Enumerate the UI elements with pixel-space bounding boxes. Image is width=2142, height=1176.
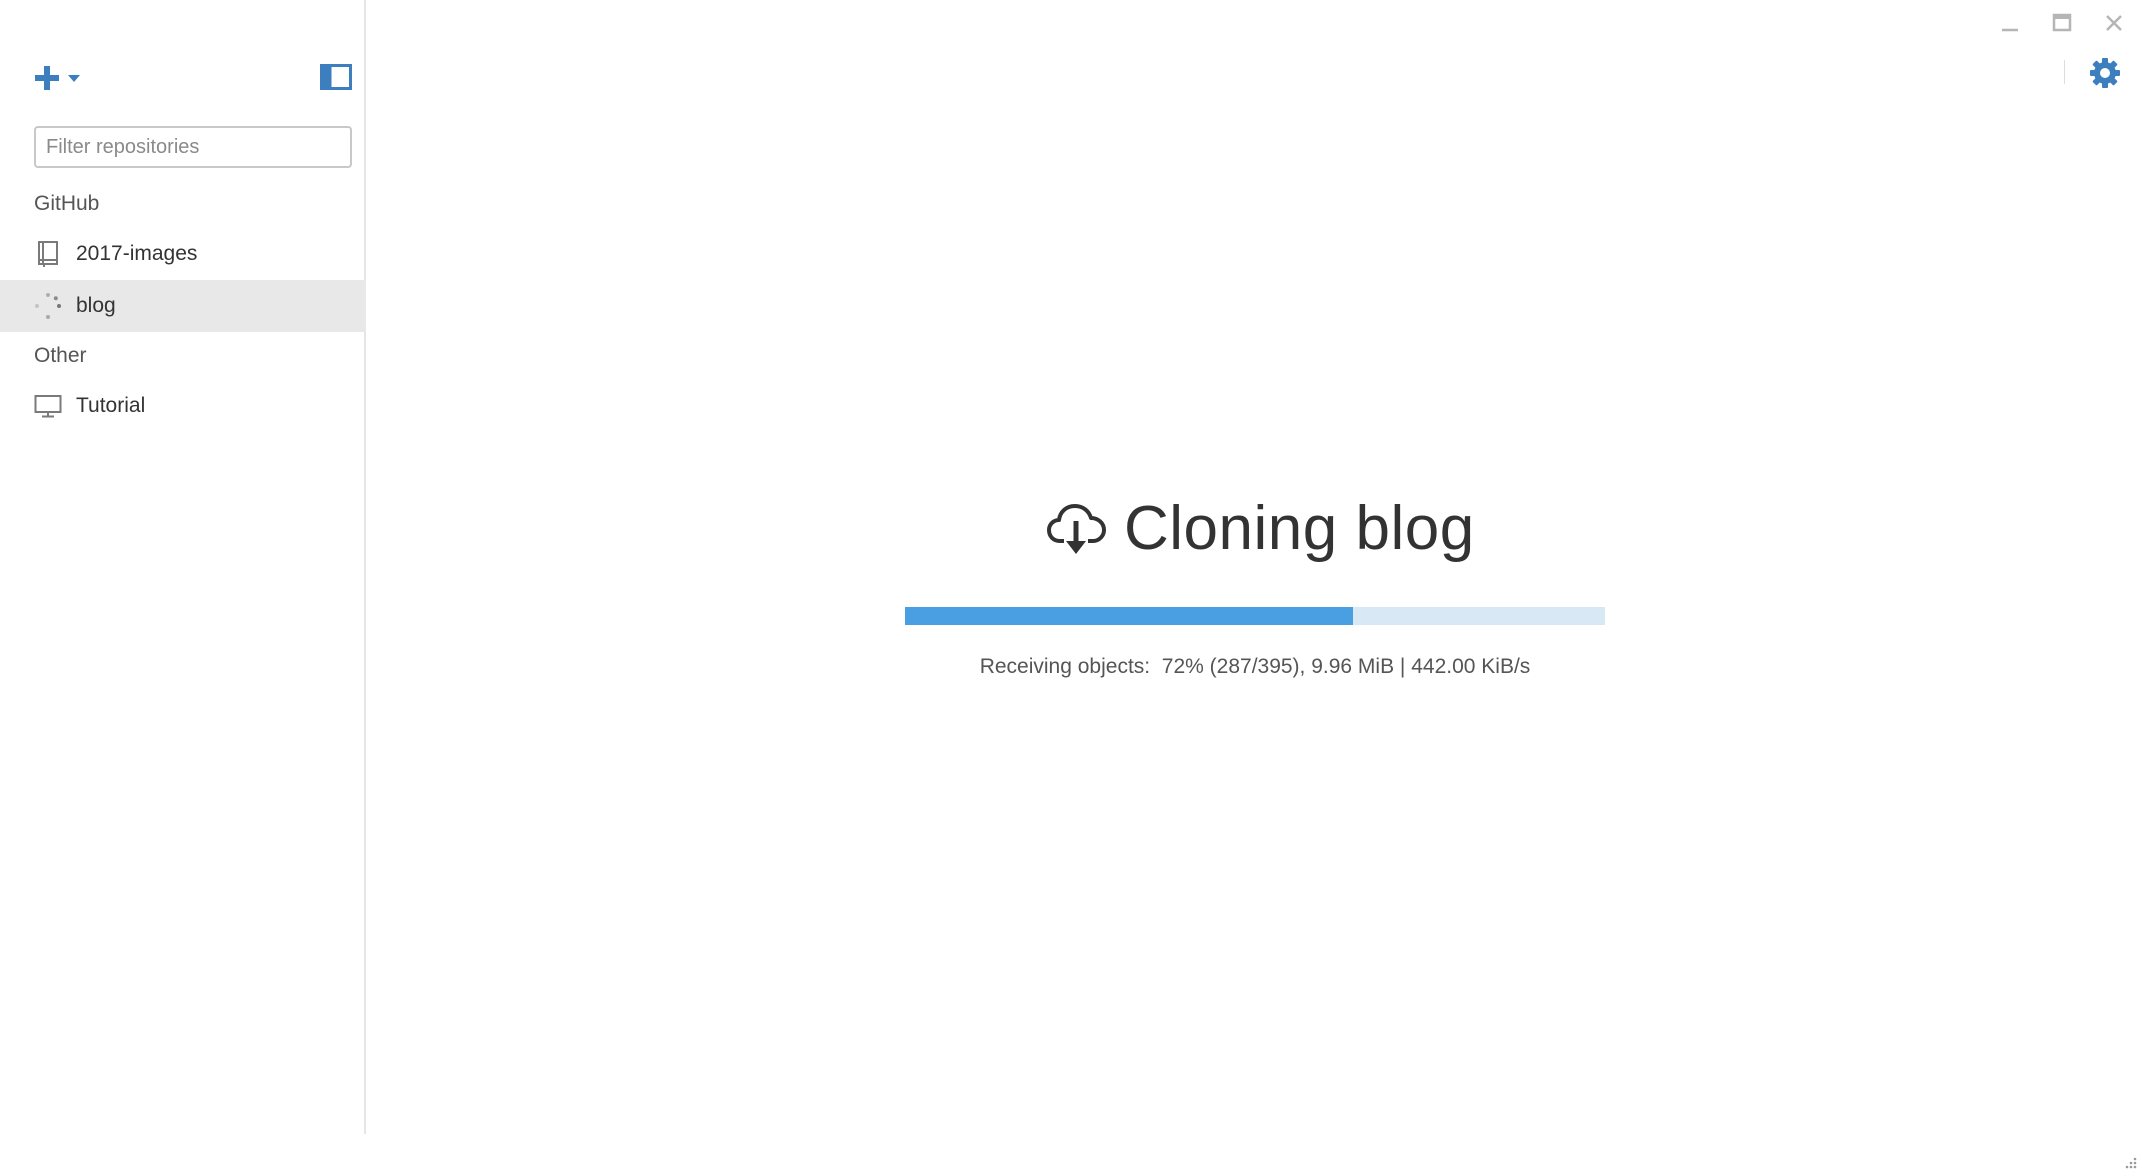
settings-button[interactable] (2088, 56, 2122, 90)
group-label-other: Other (34, 344, 87, 367)
repo-item-tutorial[interactable]: Tutorial (0, 380, 366, 432)
close-window-button[interactable] (2096, 10, 2132, 40)
loading-spinner-icon (35, 293, 61, 319)
gear-icon (2090, 58, 2120, 88)
app-window: GitHub 2017-images blog Other (0, 0, 2142, 1176)
clone-title: Cloning blog (1124, 493, 1475, 563)
maximize-button[interactable] (2044, 10, 2080, 40)
repo-item-label: Tutorial (76, 394, 146, 417)
clone-progress-bar (905, 607, 1605, 625)
sidebar-panel-icon (320, 64, 352, 90)
resize-grip-icon[interactable] (2122, 1156, 2138, 1172)
repo-item-label: 2017-images (76, 242, 198, 265)
minimize-button[interactable] (1992, 10, 2028, 40)
clone-heading: Cloning blog (1046, 488, 1475, 568)
clone-progress-fill (905, 607, 1353, 625)
close-icon (2106, 15, 2122, 31)
clone-progress-status: Receiving objects: 72% (287/395), 9.96 M… (979, 655, 1531, 678)
cloud-download-icon (1047, 504, 1106, 554)
add-repository-button[interactable] (34, 60, 86, 96)
repo-item-label: blog (76, 294, 116, 317)
group-label-github: GitHub (34, 192, 100, 215)
filter-repositories-input[interactable] (34, 126, 352, 168)
toolbar-divider (2064, 60, 2065, 84)
plus-icon (35, 66, 59, 90)
minimize-icon (2002, 28, 2018, 32)
maximize-icon (2052, 13, 2072, 32)
sidebar: GitHub 2017-images blog Other (0, 0, 366, 1134)
sidebar-toggle-button[interactable] (320, 64, 352, 90)
repo-item-2017-images[interactable]: 2017-images (0, 228, 366, 280)
repo-icon (38, 241, 58, 267)
repo-item-blog[interactable]: blog (0, 280, 366, 332)
caret-down-icon (68, 75, 80, 82)
monitor-icon (34, 395, 62, 418)
